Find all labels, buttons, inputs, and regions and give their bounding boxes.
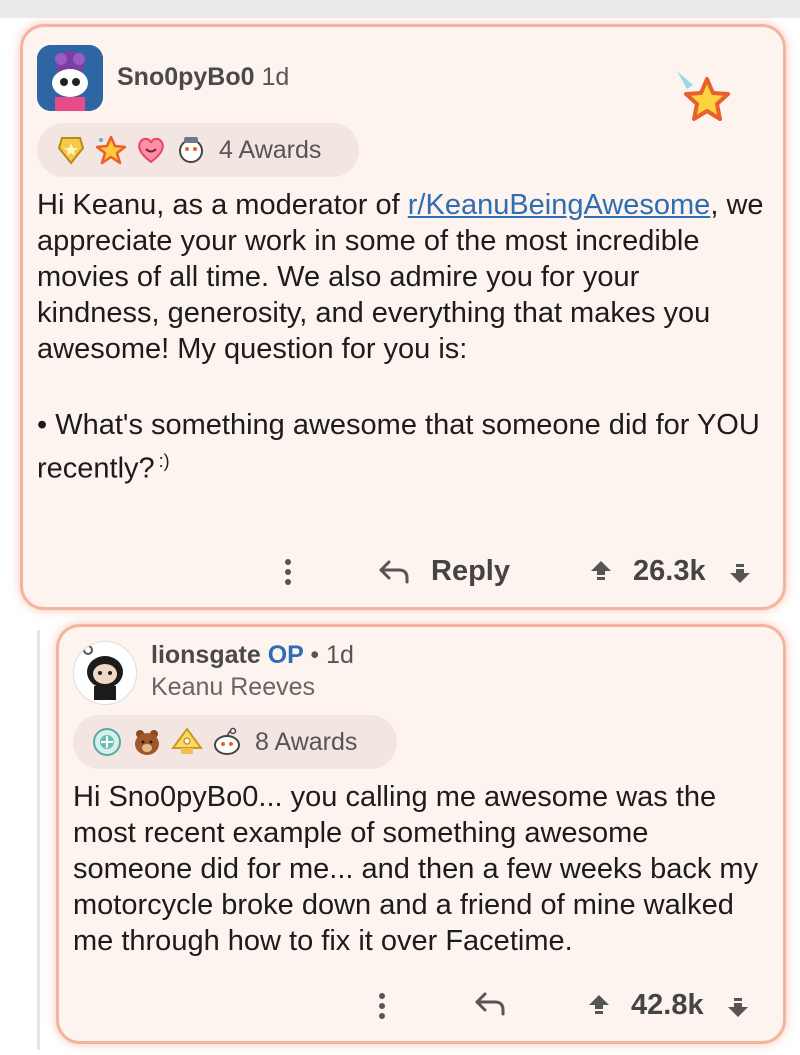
comment-paragraph: Hi Sno0pyBo0... you calling me awesome w… <box>73 781 759 957</box>
star-struck-award-icon <box>95 135 127 165</box>
vote-bar: 26.3k <box>589 555 752 588</box>
upvote-icon[interactable] <box>587 991 611 1021</box>
reply-icon <box>475 992 505 1016</box>
awards-pill[interactable]: 4 Awards <box>37 123 359 177</box>
reply-button[interactable] <box>473 989 507 1019</box>
bullet: • <box>37 409 48 441</box>
platinum-award-icon <box>93 728 121 756</box>
comment-paragraph: Hi Keanu, as a moderator of r/KeanuBeing… <box>37 187 767 367</box>
bless-up-award-icon <box>171 727 203 754</box>
smiley: :) <box>158 451 170 471</box>
user-avatar[interactable] <box>73 641 137 705</box>
comment-author-line: lionsgate OP • 1d <box>151 641 354 670</box>
separator-dot: • <box>310 641 320 669</box>
comment-body: Hi Keanu, as a moderator of r/KeanuBeing… <box>37 187 767 487</box>
username[interactable]: Sno0pyBo0 <box>117 63 255 91</box>
reply-button[interactable]: Reply <box>377 555 510 588</box>
comment-author-line: Sno0pyBo0 1d <box>117 63 289 92</box>
body-text-prefix: Hi Keanu, as a moderator of <box>37 189 408 221</box>
reply-label: Reply <box>431 555 510 587</box>
downvote-icon[interactable] <box>726 991 750 1021</box>
awards-pill[interactable]: 8 Awards <box>73 715 397 769</box>
award-give-button[interactable] <box>671 67 731 127</box>
reply-icon <box>379 560 409 583</box>
awards-count: 4 Awards <box>219 135 322 164</box>
snoo-avatar-icon <box>37 45 103 111</box>
comment-body: Hi Sno0pyBo0... you calling me awesome w… <box>73 779 763 959</box>
question-paragraph: • What's something awesome that someone … <box>37 407 767 487</box>
score: 42.8k <box>631 989 704 1021</box>
question-text: What's something awesome that someone di… <box>37 409 760 485</box>
comment-age: 1d <box>326 641 354 669</box>
top-strip <box>0 0 800 18</box>
op-badge: OP <box>267 641 304 669</box>
gold-award-icon <box>57 137 85 165</box>
more-options-button[interactable] <box>285 555 293 589</box>
score: 26.3k <box>633 555 706 587</box>
comment-card-sno0pybo0: Sno0pyBo0 1d 4 Awards Hi Keanu, as a mod… <box>20 24 786 610</box>
wholesome-award-icon <box>138 137 164 164</box>
helpful-award-icon <box>179 137 203 163</box>
bear-award-icon <box>135 730 159 755</box>
upvote-icon[interactable] <box>589 557 613 587</box>
more-options-button[interactable] <box>379 989 387 1023</box>
user-flair: Keanu Reeves <box>151 673 316 701</box>
user-avatar[interactable] <box>37 45 103 111</box>
vote-bar: 42.8k <box>587 989 750 1022</box>
subreddit-link[interactable]: r/KeanuBeingAwesome <box>408 189 711 221</box>
comment-card-lionsgate: lionsgate OP • 1d Keanu Reeves 8 Awards … <box>56 624 786 1044</box>
comment-age: 1d <box>261 63 290 91</box>
thread-line[interactable] <box>37 630 40 1050</box>
star-award-icon <box>677 71 730 121</box>
snoo-award-icon <box>214 727 240 755</box>
downvote-icon[interactable] <box>728 557 752 587</box>
username[interactable]: lionsgate <box>151 641 261 669</box>
awards-count: 8 Awards <box>255 727 358 756</box>
keanu-snoo-avatar-icon <box>74 642 136 704</box>
body-text-suffix: , <box>710 189 719 221</box>
